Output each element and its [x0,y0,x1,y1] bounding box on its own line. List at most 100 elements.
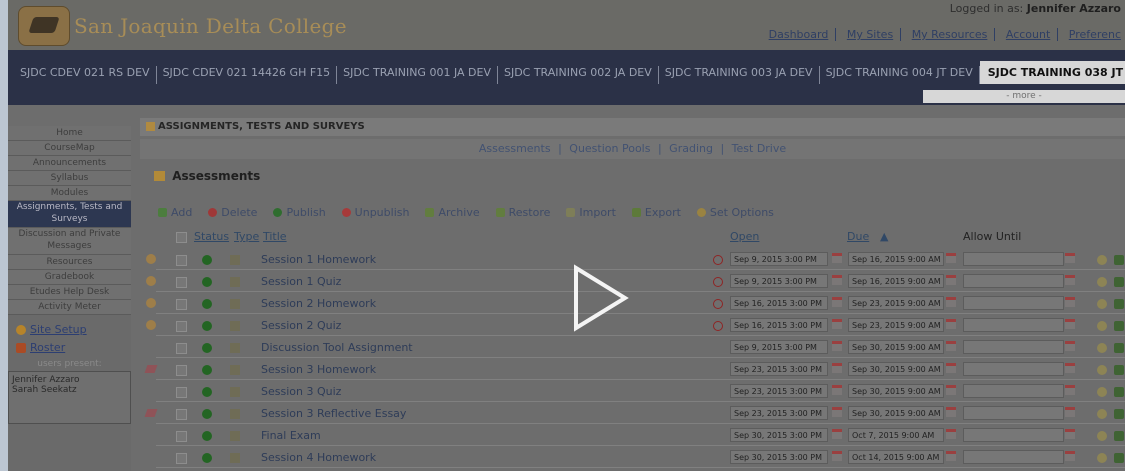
access-icon[interactable] [1114,387,1124,397]
due-date-field[interactable]: Sep 16, 2015 9:00 AM [848,274,944,288]
site-tab-cdev-021-rs[interactable]: SJDC CDEV 021 RS DEV [14,66,157,84]
open-date-field[interactable]: Sep 23, 2015 3:00 PM [730,384,828,398]
assessment-title[interactable]: Session 1 Homework [261,253,376,266]
row-checkbox[interactable] [176,299,187,310]
settings-icon[interactable] [1097,277,1107,287]
settings-icon[interactable] [1097,365,1107,375]
restore-button[interactable]: Restore [495,206,550,219]
tab-assessments[interactable]: Assessments [479,142,551,155]
calendar-icon[interactable] [1065,385,1075,395]
assessment-title[interactable]: Session 3 Homework [261,363,376,376]
title-column-header[interactable]: Title [263,230,287,243]
allow-until-field[interactable] [963,252,1064,266]
calendar-icon[interactable] [946,451,956,461]
table-row[interactable]: Session 3 Quiz Sep 23, 2015 3:00 PM Sep 30… [140,382,1125,402]
access-icon[interactable] [1114,431,1124,441]
due-date-field[interactable]: Sep 30, 2015 9:00 AM [848,362,944,376]
row-checkbox[interactable] [176,277,187,288]
settings-icon[interactable] [1097,409,1107,419]
settings-icon[interactable] [1097,299,1107,309]
calendar-icon[interactable] [832,363,842,373]
allow-until-field[interactable] [963,428,1064,442]
type-column-header[interactable]: Type [234,230,259,243]
calendar-icon[interactable] [946,363,956,373]
assessment-title[interactable]: Session 4 Homework [261,451,376,464]
row-checkbox[interactable] [176,409,187,420]
calendar-icon[interactable] [946,275,956,285]
table-row[interactable]: Discussion Tool Assignment Sep 9, 2015 3:… [140,338,1125,358]
delete-button[interactable]: Delete [208,206,257,219]
assessment-title[interactable]: Final Exam [261,429,321,442]
roster-row[interactable]: Roster [16,341,131,354]
settings-icon[interactable] [1097,321,1107,331]
due-date-field[interactable]: Oct 14, 2015 9:00 AM [848,450,944,464]
sidebar-item-syllabus[interactable]: Syllabus [8,171,131,186]
table-row[interactable]: Session 2 Quiz Sep 16, 2015 3:00 PM Sep 23… [140,316,1125,336]
calendar-icon[interactable] [946,253,956,263]
sidebar-item-resources[interactable]: Resources [8,255,131,270]
allow-until-field[interactable] [963,406,1064,420]
assessment-title[interactable]: Discussion Tool Assignment [261,341,413,354]
calendar-icon[interactable] [1065,363,1075,373]
allow-until-field[interactable] [963,450,1064,464]
access-icon[interactable] [1114,321,1124,331]
calendar-icon[interactable] [1065,275,1075,285]
due-date-field[interactable]: Sep 30, 2015 9:00 AM [848,406,944,420]
settings-icon[interactable] [1097,431,1107,441]
calendar-icon[interactable] [832,275,842,285]
settings-icon[interactable] [1097,343,1107,353]
calendar-icon[interactable] [832,429,842,439]
site-tab-training-038[interactable]: SJDC TRAINING 038 JT DEV [979,61,1125,84]
due-date-field[interactable]: Sep 30, 2015 9:00 AM [848,384,944,398]
sidebar-item-gradebook[interactable]: Gradebook [8,270,131,285]
table-row[interactable]: Session 3 Homework Sep 23, 2015 3:00 PM Se… [140,360,1125,380]
roster-link[interactable]: Roster [30,341,65,354]
sidebar-item-discussion[interactable]: Discussion and Private Messages [8,228,131,255]
calendar-icon[interactable] [832,319,842,329]
calendar-icon[interactable] [946,407,956,417]
export-button[interactable]: Export [631,206,681,219]
status-column-header[interactable]: Status [194,230,229,243]
account-link[interactable]: Account [998,28,1059,41]
assessment-title[interactable]: Session 1 Quiz [261,275,341,288]
row-checkbox[interactable] [176,365,187,376]
table-row[interactable]: Session 3 Reflective Essay Sep 23, 2015 3… [140,404,1125,424]
site-setup-link[interactable]: Site Setup [30,323,87,336]
site-tab-training-004[interactable]: SJDC TRAINING 004 JT DEV [820,66,980,84]
site-tab-training-002[interactable]: SJDC TRAINING 002 JA DEV [498,66,659,84]
row-checkbox[interactable] [176,255,187,266]
access-icon[interactable] [1114,365,1124,375]
due-date-field[interactable]: Sep 23, 2015 9:00 AM [848,296,944,310]
access-icon[interactable] [1114,409,1124,419]
due-date-field[interactable]: Sep 23, 2015 9:00 AM [848,318,944,332]
assessment-title[interactable]: Session 2 Quiz [261,319,341,332]
allow-until-field[interactable] [963,362,1064,376]
assessment-title[interactable]: Session 3 Quiz [261,385,341,398]
import-button[interactable]: Import [566,206,616,219]
settings-icon[interactable] [1097,255,1107,265]
sidebar-item-home[interactable]: Home [8,126,131,141]
assessment-title[interactable]: Session 3 Reflective Essay [261,407,406,420]
row-checkbox[interactable] [176,453,187,464]
site-setup-row[interactable]: Site Setup [16,323,131,336]
calendar-icon[interactable] [1065,341,1075,351]
access-icon[interactable] [1114,299,1124,309]
access-icon[interactable] [1114,277,1124,287]
access-icon[interactable] [1114,453,1124,463]
calendar-icon[interactable] [1065,297,1075,307]
calendar-icon[interactable] [832,341,842,351]
unpublish-button[interactable]: Unpublish [341,206,409,219]
sidebar-item-announcements[interactable]: Announcements [8,156,131,171]
open-date-field[interactable]: Sep 9, 2015 3:00 PM [730,252,828,266]
allow-until-field[interactable] [963,340,1064,354]
allow-until-field[interactable] [963,318,1064,332]
calendar-icon[interactable] [832,297,842,307]
add-button[interactable]: Add [158,206,192,219]
publish-button[interactable]: Publish [273,206,326,219]
row-checkbox[interactable] [176,321,187,332]
sidebar-item-activity-meter[interactable]: Activity Meter [8,300,131,315]
calendar-icon[interactable] [1065,407,1075,417]
select-all-checkbox[interactable] [176,232,187,243]
calendar-icon[interactable] [832,407,842,417]
open-column-header[interactable]: Open [730,230,759,243]
